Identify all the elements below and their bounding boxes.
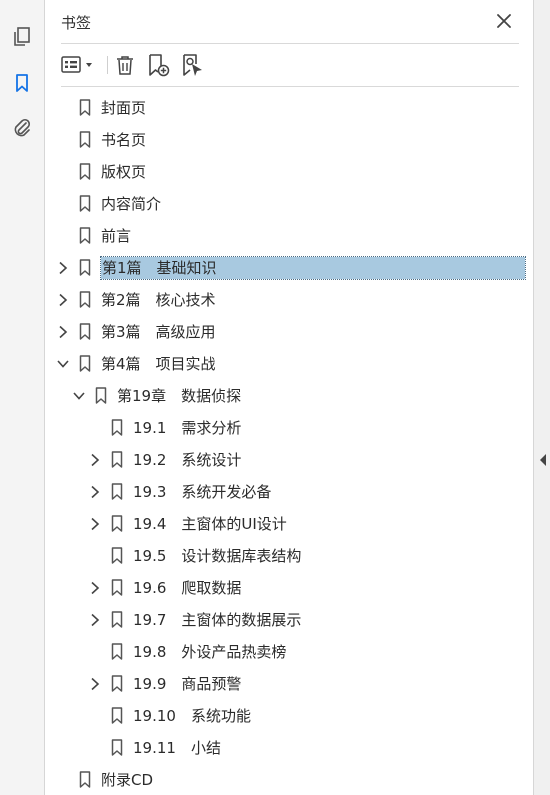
chevron-right-icon[interactable] — [89, 485, 101, 499]
bookmark-icon — [111, 643, 123, 660]
bookmark-label: 第2篇 核心技术 — [101, 291, 216, 309]
bookmark-label: 19.11 小结 — [133, 739, 221, 757]
bookmark-label: 内容简介 — [101, 195, 162, 213]
chevron-right-icon[interactable] — [57, 325, 69, 339]
panel-header: 书签 — [61, 10, 519, 40]
bookmark-label: 版权页 — [101, 163, 147, 181]
header-divider — [61, 43, 519, 44]
bookmark-row[interactable]: 第19章 数据侦探 — [45, 382, 533, 410]
bookmark-label: 19.8 外设产品热卖榜 — [133, 643, 287, 661]
chevron-down-icon[interactable] — [73, 389, 85, 403]
attachment-icon[interactable] — [8, 114, 36, 142]
chevron-down-icon[interactable] — [57, 357, 69, 371]
bookmark-row[interactable]: 19.11 小结 — [45, 734, 533, 762]
bookmark-icon — [111, 707, 123, 724]
bookmark-icon — [79, 259, 91, 276]
bookmark-icon — [79, 323, 91, 340]
bookmark-label: 前言 — [101, 227, 132, 245]
bookmark-label: 19.10 系统功能 — [133, 707, 251, 725]
chevron-right-icon[interactable] — [89, 613, 101, 627]
chevron-right-icon[interactable] — [89, 677, 101, 691]
bookmark-label: 书名页 — [101, 131, 147, 149]
bookmark-row[interactable]: 第2篇 核心技术 — [45, 286, 533, 314]
bookmark-label: 19.2 系统设计 — [133, 451, 242, 469]
bookmark-icon — [79, 163, 91, 180]
delete-bookmark-icon[interactable] — [113, 52, 137, 78]
chevron-right-icon[interactable] — [57, 293, 69, 307]
bookmark-icon — [79, 99, 91, 116]
options-menu-icon[interactable] — [61, 52, 97, 78]
bookmark-icon — [79, 195, 91, 212]
bookmark-icon — [111, 419, 123, 436]
chevron-right-icon[interactable] — [89, 581, 101, 595]
bookmarks-panel: 书签 封面页 书名页 版权页 内容简介 前言 第1篇 基础知识 第2篇 核心技术… — [45, 0, 533, 795]
new-bookmark-icon[interactable] — [145, 52, 171, 78]
bookmark-row[interactable]: 19.5 设计数据库表结构 — [45, 542, 533, 570]
pages-icon[interactable] — [8, 22, 36, 50]
bookmark-label: 第1篇 基础知识 — [100, 256, 526, 280]
bookmark-icon — [111, 515, 123, 532]
bookmark-row[interactable]: 内容简介 — [45, 190, 533, 218]
document-pane-edge — [533, 0, 550, 795]
chevron-right-icon[interactable] — [57, 261, 69, 275]
bookmark-icon — [95, 387, 107, 404]
bookmark-row[interactable]: 封面页 — [45, 94, 533, 122]
close-icon[interactable] — [493, 10, 515, 32]
bookmark-row[interactable]: 19.8 外设产品热卖榜 — [45, 638, 533, 666]
bookmark-icon — [111, 611, 123, 628]
bookmark-label: 19.4 主窗体的UI设计 — [133, 515, 287, 533]
bookmark-row[interactable]: 版权页 — [45, 158, 533, 186]
bookmark-row[interactable]: 第1篇 基础知识 — [45, 254, 533, 282]
bookmark-icon — [111, 579, 123, 596]
bookmark-label: 19.1 需求分析 — [133, 419, 242, 437]
bookmark-icon — [111, 547, 123, 564]
bookmark-row[interactable]: 19.10 系统功能 — [45, 702, 533, 730]
bookmark-row[interactable]: 19.4 主窗体的UI设计 — [45, 510, 533, 538]
bookmark-label: 第3篇 高级应用 — [101, 323, 216, 341]
bookmark-row[interactable]: 第3篇 高级应用 — [45, 318, 533, 346]
bookmark-icon — [111, 483, 123, 500]
bookmark-row[interactable]: 19.3 系统开发必备 — [45, 478, 533, 506]
toolbar-divider — [61, 86, 519, 87]
bookmark-row[interactable]: 附录CD — [45, 766, 533, 794]
bookmark-label: 封面页 — [101, 99, 147, 117]
bookmark-row[interactable]: 19.9 商品预警 — [45, 670, 533, 698]
bookmark-icon — [111, 451, 123, 468]
bookmark-label: 19.6 爬取数据 — [133, 579, 242, 597]
bookmark-label: 第19章 数据侦探 — [117, 387, 242, 405]
chevron-right-icon[interactable] — [89, 517, 101, 531]
bookmark-row[interactable]: 书名页 — [45, 126, 533, 154]
bookmark-from-selection-icon[interactable] — [179, 52, 205, 78]
bookmark-row[interactable]: 19.2 系统设计 — [45, 446, 533, 474]
left-navigation-rail — [0, 0, 45, 795]
bookmark-label: 附录CD — [101, 771, 154, 789]
bookmark-icon — [79, 291, 91, 308]
bookmark-icon — [111, 739, 123, 756]
bookmark-label: 19.3 系统开发必备 — [133, 483, 272, 501]
bookmark-icon — [79, 355, 91, 372]
bookmark-row[interactable]: 第4篇 项目实战 — [45, 350, 533, 378]
bookmark-label: 第4篇 项目实战 — [101, 355, 216, 373]
bookmark-row[interactable]: 19.7 主窗体的数据展示 — [45, 606, 533, 634]
bookmark-icon — [79, 131, 91, 148]
bookmark-label: 19.7 主窗体的数据展示 — [133, 611, 302, 629]
bookmark-row[interactable]: 19.6 爬取数据 — [45, 574, 533, 602]
toolbar-separator — [107, 56, 108, 74]
collapse-panel-arrow-icon[interactable] — [538, 452, 548, 466]
bookmark-row[interactable]: 19.1 需求分析 — [45, 414, 533, 442]
bookmarks-toolbar — [61, 50, 519, 80]
bookmark-icon[interactable] — [8, 69, 36, 97]
bookmark-icon — [79, 227, 91, 244]
bookmark-label: 19.9 商品预警 — [133, 675, 242, 693]
chevron-right-icon[interactable] — [89, 453, 101, 467]
bookmark-icon — [79, 771, 91, 788]
bookmark-label: 19.5 设计数据库表结构 — [133, 547, 302, 565]
bookmark-icon — [111, 675, 123, 692]
panel-title: 书签 — [61, 14, 92, 32]
bookmark-row[interactable]: 前言 — [45, 222, 533, 250]
